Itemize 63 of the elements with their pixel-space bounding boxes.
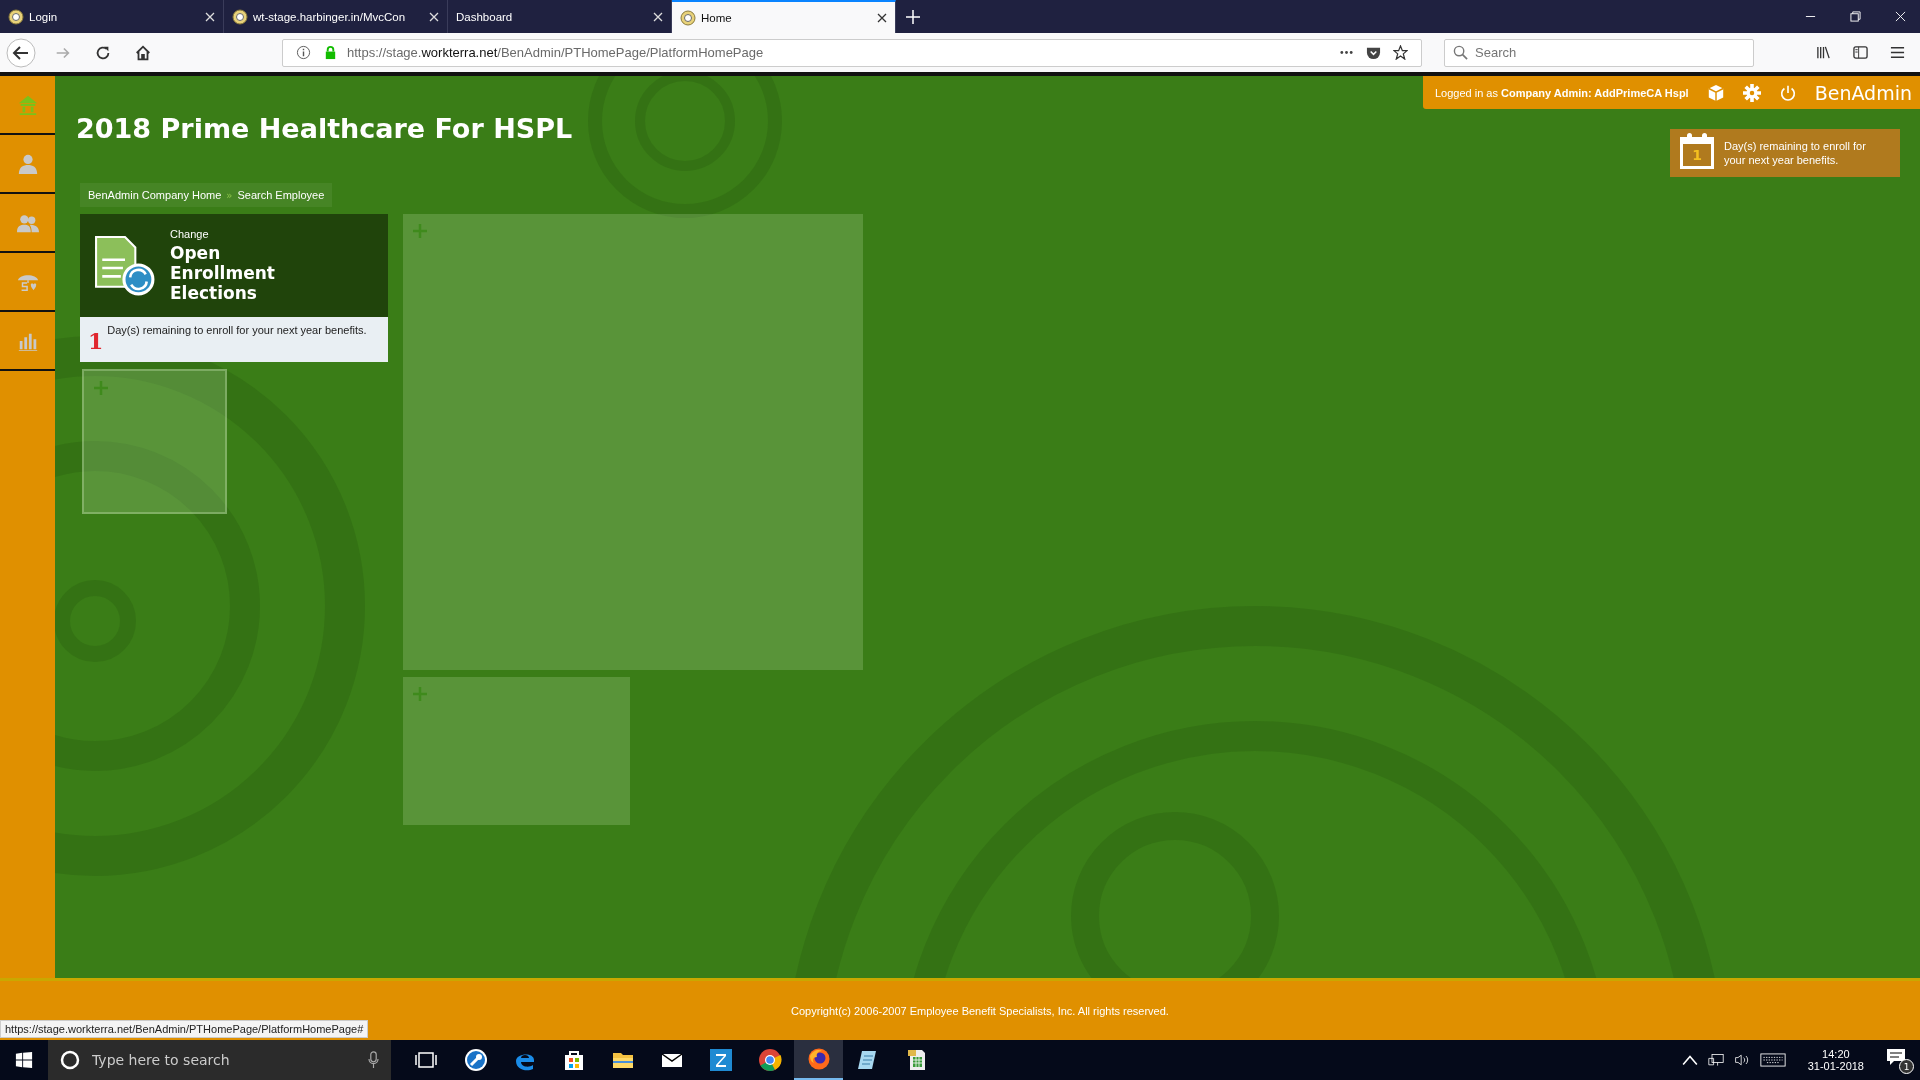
restore-icon[interactable] xyxy=(1850,11,1861,22)
wrench-icon xyxy=(463,1048,488,1072)
z-app-icon xyxy=(708,1048,733,1072)
microphone-icon[interactable] xyxy=(368,1051,379,1069)
empty-tile[interactable] xyxy=(403,677,630,825)
tab-title: wt-stage.harbinger.in/MvcCon xyxy=(253,10,407,23)
card-overline: Change xyxy=(170,228,210,240)
site-favicon-icon xyxy=(232,8,248,25)
cortana-icon xyxy=(60,1050,80,1070)
notification-count: 1 xyxy=(1899,1059,1914,1074)
network-icon[interactable] xyxy=(1707,1053,1724,1067)
new-tab-icon[interactable] xyxy=(906,9,920,24)
settings-icon[interactable] xyxy=(1742,83,1761,102)
address-bar[interactable]: https://stage.workterra.net/BenAdmin/PTHomePage/PlatformHomePage xyxy=(282,38,1422,67)
tab-title: Home xyxy=(701,11,733,24)
empty-tile[interactable] xyxy=(403,214,863,670)
star-icon[interactable] xyxy=(1393,45,1408,60)
clock-date: 31-01-2018 xyxy=(1807,1060,1864,1072)
browser-tab[interactable]: Home xyxy=(672,0,896,33)
close-icon[interactable] xyxy=(877,12,887,23)
search-field[interactable]: Search xyxy=(1444,38,1754,67)
empty-tile[interactable] xyxy=(82,369,227,514)
search-icon xyxy=(1453,44,1468,60)
menu-icon[interactable] xyxy=(1890,45,1905,60)
volume-icon[interactable] xyxy=(1733,1053,1750,1067)
copyright-text: Copyright(c) 2006-2007 Employee Benefit Specialists, Inc. All rights reserved. xyxy=(791,1004,1169,1017)
tab-title: Dashboard xyxy=(456,10,514,23)
days-count: 1 xyxy=(88,330,104,352)
document-refresh-icon xyxy=(94,234,156,297)
info-icon xyxy=(296,45,311,60)
start-icon[interactable] xyxy=(15,1051,33,1069)
taskbar-app[interactable] xyxy=(794,1040,843,1080)
library-icon[interactable] xyxy=(1816,45,1831,60)
chevron-up-icon[interactable] xyxy=(1681,1053,1698,1067)
logged-in-text: Logged in as Company Admin: AddPrimeCA Hspl xyxy=(1435,86,1689,99)
home-icon[interactable] xyxy=(134,43,152,62)
person-icon xyxy=(16,152,39,175)
breadcrumb-link[interactable]: Search Employee xyxy=(237,189,325,201)
pocket-icon[interactable] xyxy=(1366,45,1381,60)
task-view-icon[interactable] xyxy=(415,1050,437,1070)
brand-name: BenAdmin xyxy=(1814,81,1912,104)
message-icon xyxy=(1886,1048,1906,1066)
cube-icon[interactable] xyxy=(1706,83,1725,102)
lock-icon xyxy=(323,45,338,60)
power-icon[interactable] xyxy=(1778,83,1797,102)
breadcrumb-link[interactable]: BenAdmin Company Home xyxy=(88,189,222,201)
url-text: https://stage.workterra.net/BenAdmin/PTHomePage/PlatformHomePage xyxy=(347,45,764,60)
tab-title: Login xyxy=(29,10,59,23)
page-title: 2018 Prime Healthcare For HSPL xyxy=(76,112,573,144)
site-favicon-icon xyxy=(8,8,24,25)
firefox-icon xyxy=(806,1047,831,1071)
site-favicon-icon xyxy=(680,9,696,26)
keyboard-icon[interactable] xyxy=(1759,1053,1786,1067)
taskbar-search-field[interactable]: Type here to search xyxy=(48,1040,391,1080)
status-url: https://stage.workterra.net/BenAdmin/PTHomePage/PlatformHomePage# xyxy=(0,1020,369,1038)
clock-time: 14:20 xyxy=(1822,1048,1850,1060)
chrome-icon xyxy=(757,1048,782,1072)
sidebar-icon[interactable] xyxy=(1853,45,1868,60)
notice-text: Day(s) remaining to enroll for your next year benefits. xyxy=(1724,139,1867,167)
back-icon[interactable] xyxy=(6,37,36,68)
card-title: Open Enrollment Elections xyxy=(170,243,276,303)
breadcrumb-separator: » xyxy=(226,189,233,201)
card-note: Day(s) remaining to enroll for your next year benefits. xyxy=(107,324,367,336)
